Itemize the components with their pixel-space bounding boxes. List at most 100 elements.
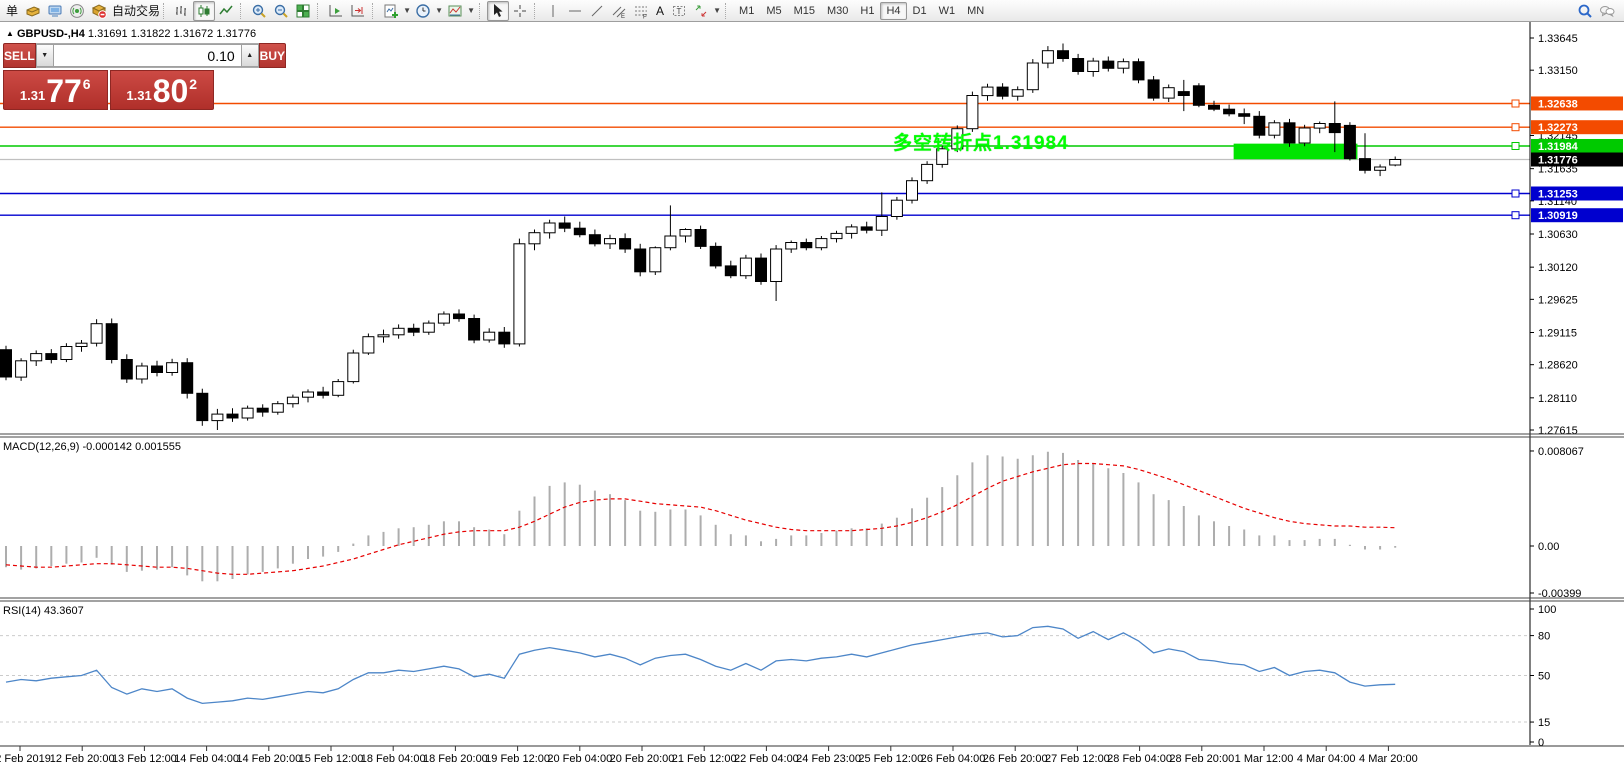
rectangle-annotation[interactable] [1233, 143, 1358, 160]
buy-price-button[interactable]: 1.31 80 2 [109, 70, 214, 110]
volume-input[interactable] [53, 44, 241, 67]
arrows-tool[interactable] [690, 1, 712, 21]
candle-body [1162, 87, 1175, 99]
candle-body [785, 242, 798, 250]
bar-chart-icon[interactable] [171, 1, 193, 21]
zoom-out-icon[interactable] [270, 1, 292, 21]
search-icon[interactable] [1574, 1, 1596, 21]
horizontal-line-tool[interactable] [564, 1, 586, 21]
timeframe-button-MN[interactable]: MN [961, 2, 990, 20]
volume-dropdown-button[interactable]: ▼ [35, 44, 54, 67]
candle-body [634, 248, 647, 273]
candle-body [30, 353, 43, 362]
signals-icon[interactable] [66, 1, 88, 21]
candle-body [90, 323, 103, 344]
periodicity-button[interactable] [412, 1, 434, 21]
candle-body [558, 222, 571, 229]
sell-button[interactable]: SELL [3, 43, 36, 68]
tile-windows-icon[interactable] [292, 1, 314, 21]
time-tick-label: 22 Feb 04:00 [734, 753, 799, 765]
candle-body [890, 199, 903, 217]
time-tick-label: 20 Feb 20:00 [610, 753, 675, 765]
rsi-pane[interactable] [0, 625, 1530, 723]
chat-icon[interactable] [1596, 1, 1618, 21]
line-chart-icon[interactable] [215, 1, 237, 21]
templates-button-caret[interactable]: ▼ [466, 1, 476, 21]
candle-body [211, 413, 224, 422]
autotrading-button-label[interactable]: 自动交易 [112, 2, 160, 19]
data-window-icon[interactable] [44, 1, 66, 21]
candlestick-chart-icon[interactable] [193, 0, 216, 21]
main-chart-pane[interactable] [0, 43, 1530, 431]
time-axis[interactable]: 12 Feb 201912 Feb 20:0013 Feb 12:0014 Fe… [0, 746, 1418, 765]
candle-body [151, 365, 163, 373]
fibonacci-tool[interactable]: F [630, 1, 652, 21]
svg-text:F: F [643, 14, 647, 19]
chart-shift-icon[interactable] [347, 1, 369, 21]
market-watch-icon[interactable] [22, 1, 44, 21]
price-axis[interactable]: 1.336451.331501.321451.316351.311401.306… [1530, 33, 1623, 749]
line-handle [1511, 123, 1520, 132]
crosshair-tool[interactable] [509, 1, 531, 21]
candle-body [181, 362, 194, 394]
sell-price-pips: 77 [46, 73, 82, 109]
equidistant-channel-tool[interactable]: E [608, 1, 630, 21]
candle-body [75, 342, 88, 348]
candle-body [875, 216, 888, 231]
svg-text:E: E [621, 14, 625, 19]
arrows-tool-caret[interactable]: ▼ [712, 1, 722, 21]
candle-body [724, 265, 737, 277]
candle-body [1359, 158, 1371, 171]
buy-button[interactable]: BUY [258, 43, 287, 68]
timeframe-button-M30[interactable]: M30 [821, 2, 854, 20]
volume-increase-button[interactable]: ▲ [240, 44, 259, 67]
auto-scroll-icon[interactable] [325, 1, 347, 21]
timeframe-button-W1[interactable]: W1 [933, 2, 962, 20]
new-order-icon[interactable]: 单 [2, 1, 22, 21]
symbol-ohlc: 1.31691 1.31822 1.31672 1.31776 [87, 28, 257, 40]
candle-body [966, 95, 979, 130]
candle-body [543, 222, 556, 234]
new-chart-button-caret[interactable]: ▼ [402, 1, 412, 21]
trendline-tool[interactable] [586, 1, 608, 21]
vertical-line-tool[interactable] [542, 1, 564, 21]
price-tick-label: 1.33150 [1538, 65, 1578, 77]
buy-price-figure: 1.31 [126, 88, 152, 103]
candle-body [453, 313, 465, 320]
new-chart-button[interactable] [380, 1, 402, 21]
time-tick-label: 28 Feb 20:00 [1169, 753, 1234, 765]
zoom-in-icon[interactable] [248, 1, 270, 21]
time-tick-label: 27 Feb 12:00 [1045, 753, 1110, 765]
time-tick-label: 15 Feb 12:00 [299, 753, 364, 765]
timeframe-button-M1[interactable]: M1 [733, 2, 760, 20]
timeframe-button-H4[interactable]: H4 [880, 1, 907, 20]
timeframe-button-M5[interactable]: M5 [760, 2, 787, 20]
cursor-tool[interactable] [487, 0, 510, 21]
rsi-tick-label: 80 [1538, 631, 1550, 643]
timeframe-button-H1[interactable]: H1 [854, 2, 880, 20]
candle-body [437, 313, 450, 324]
price-label-text: 1.31253 [1538, 189, 1578, 201]
candle-body [981, 86, 994, 97]
periodicity-button-caret[interactable]: ▼ [434, 1, 444, 21]
one-click-trade-panel: SELL ▼ ▲ BUY 1.31 77 6 1.31 80 2 [3, 43, 287, 110]
chart-area[interactable]: 1.336451.331501.321451.316351.311401.306… [0, 0, 1624, 773]
candle-body [45, 353, 58, 361]
candle-body [1389, 159, 1402, 166]
sell-price-figure: 1.31 [19, 88, 46, 103]
autotrading-button[interactable] [88, 1, 110, 21]
macd-pane[interactable] [5, 451, 1397, 582]
symbol-name: GBPUSD-,H4 [16, 28, 85, 40]
candle-body [1328, 123, 1341, 134]
collapse-panel-icon[interactable]: ▲ [6, 29, 14, 38]
templates-button[interactable] [444, 1, 466, 21]
chart-text-annotation[interactable]: 多空转折点1.31984 [893, 128, 1069, 155]
text-label-tool[interactable]: T [668, 1, 690, 21]
candle-body [498, 331, 511, 345]
timeframe-button-M15[interactable]: M15 [788, 2, 821, 20]
text-tool[interactable]: A [652, 1, 668, 21]
candle-body [196, 392, 209, 422]
sell-price-button[interactable]: 1.31 77 6 [3, 70, 108, 110]
candle-body [604, 238, 616, 245]
timeframe-button-D1[interactable]: D1 [907, 2, 933, 20]
